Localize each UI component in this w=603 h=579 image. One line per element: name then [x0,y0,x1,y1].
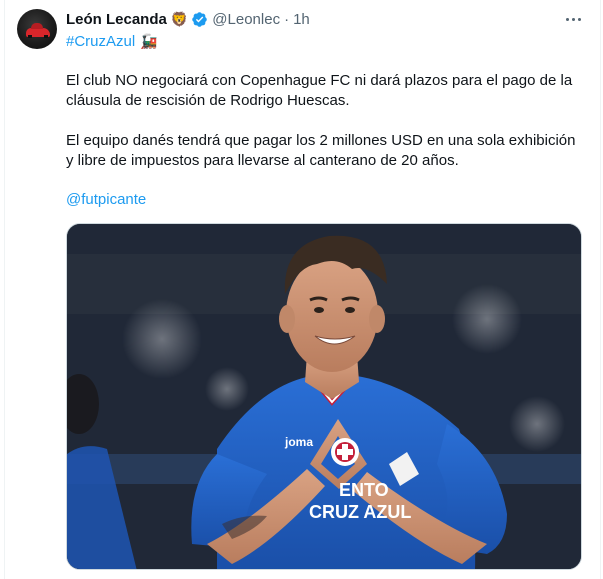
timeline-border-left [4,0,5,579]
tweet-text-line: y libre de impuestos para llevarse al ca… [66,152,459,169]
lion-emoji-icon: 🦁 [170,11,189,27]
separator-dot: · [284,10,290,28]
tweet-paragraph-1: El club NO negociará con Copenhague FC n… [66,71,572,111]
jersey-brand-text: joma [284,435,313,449]
timeline-border-right [600,0,601,579]
more-options-icon[interactable] [563,10,583,28]
mention-link[interactable]: @futpicante [66,190,146,210]
tweet-text-line: cláusula de rescisión de Rodrigo Huescas… [66,92,350,109]
jersey-sponsor-text: ENTO [339,480,389,500]
tweet-text-line: El equipo danés tendrá que pagar los 2 m… [66,132,576,149]
jersey-team-text: CRUZ AZUL [309,502,411,522]
tweet-text-line: El club NO negociará con Copenhague FC n… [66,72,573,89]
verified-badge-icon[interactable] [191,11,208,28]
hashtag-line: #CruzAzul 🚂 [66,31,158,51]
avatar[interactable] [17,9,57,49]
tweet-photo[interactable]: joma ENTO CRUZ AZUL [66,223,582,570]
hashtag-link[interactable]: #CruzAzul [66,33,135,50]
author-handle[interactable]: @Leonlec [212,11,280,28]
tweet-header: León Lecanda 🦁 @Leonlec · 1h [66,9,310,29]
avatar-car-image [26,23,50,38]
train-emoji-icon: 🚂 [140,33,158,49]
player-photo-illustration: joma ENTO CRUZ AZUL [67,224,581,569]
tweet-paragraph-2: El equipo danés tendrá que pagar los 2 m… [66,131,576,171]
author-name[interactable]: León Lecanda [66,11,167,28]
timestamp[interactable]: 1h [293,11,310,28]
